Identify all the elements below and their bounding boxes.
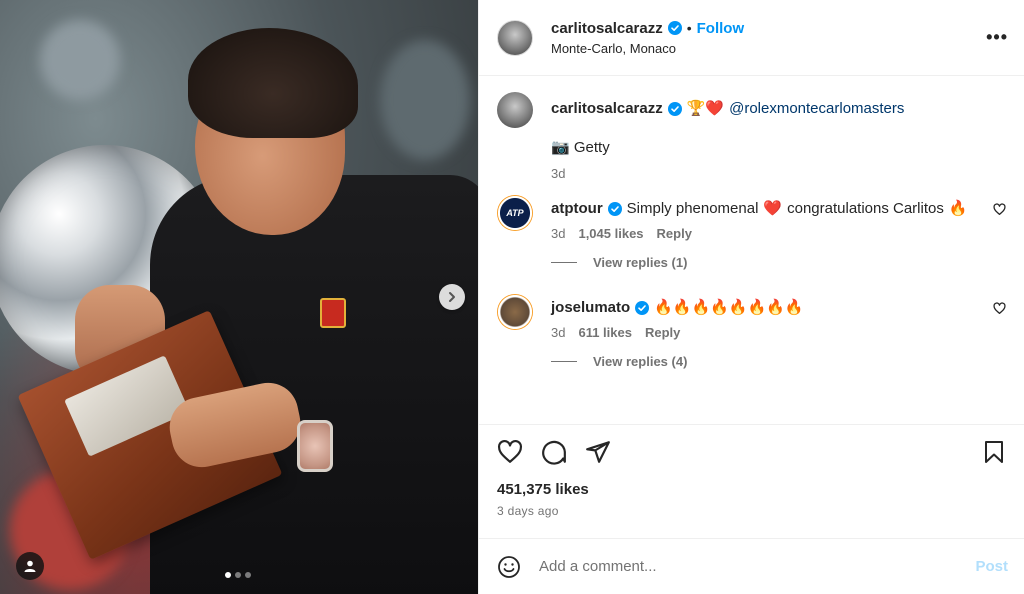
verified-badge-icon [607,202,622,216]
post-caption: carlitosalcarazz 🏆❤️ @rolexmontecarlomas… [497,92,1006,181]
comment-bubble-icon[interactable] [541,439,567,465]
carousel-indicator [225,572,251,578]
comment-timestamp[interactable]: 3d [551,325,565,340]
post-comment-button[interactable]: Post [975,558,1008,575]
instagram-post: carlitosalcarazz • Follow Monte-Carlo, M… [0,0,1024,594]
bookmark-icon[interactable] [982,440,1006,464]
comment-like-count[interactable]: 1,045 likes [578,226,643,241]
commenter-username[interactable]: joselumato [551,297,630,319]
background-bokeh [380,40,470,160]
comment-timestamp[interactable]: 3d [551,226,565,241]
smiley-face-icon[interactable] [497,555,521,579]
caption-author-avatar[interactable] [497,92,533,128]
carousel-dot [235,572,241,578]
commenter-avatar[interactable] [497,294,533,330]
caption-photo-credit: 📷 Getty [551,139,610,156]
author-avatar[interactable] [497,19,533,56]
next-slide-button[interactable] [439,284,465,310]
comment-input[interactable] [537,557,976,576]
post-media-carousel[interactable] [0,0,478,594]
jacket-logo [320,298,346,328]
paper-plane-icon[interactable] [585,439,611,465]
replies-divider-line [551,361,577,362]
user-icon [24,560,36,572]
comment-like-heart-icon[interactable] [993,302,1006,315]
replies-divider-line [551,262,577,263]
commenter-avatar[interactable]: ATP [497,195,533,231]
comments-section[interactable]: carlitosalcarazz 🏆❤️ @rolexmontecarlomas… [479,76,1024,424]
wristwatch [297,420,333,472]
comment-text: 🔥🔥🔥🔥🔥🔥🔥🔥 [654,299,804,316]
chevron-right-icon [449,292,455,302]
player-hair [188,28,358,138]
post-timestamp[interactable]: 3 days ago [497,504,1006,518]
caption-author-username[interactable]: carlitosalcarazz [551,98,663,120]
author-username[interactable]: carlitosalcarazz [551,20,663,37]
comment-text: Simply phenomenal [626,200,759,217]
verified-badge-icon [667,102,682,116]
author-info: carlitosalcarazz • Follow Monte-Carlo, M… [551,20,744,56]
comment-item: ATP atptour Simply phenomenal ❤️ congrat… [497,195,1006,241]
comment-like-count[interactable]: 611 likes [578,325,632,340]
view-replies-label: View replies (4) [593,354,688,369]
background-bokeh [40,20,120,100]
comment-emoji: 🔥 [948,200,968,217]
comment-like-heart-icon[interactable] [993,203,1006,216]
comment-emoji: ❤️ [763,200,783,217]
caption-mention-link[interactable]: @rolexmontecarlomasters [729,98,904,120]
more-options-icon[interactable]: ••• [986,27,1008,48]
comment-reply-button[interactable]: Reply [657,226,692,241]
carousel-dot-active [225,572,231,578]
verified-badge-icon [667,21,682,35]
post-like-count[interactable]: 451,375 likes [497,481,1006,498]
carousel-dot [245,572,251,578]
post-details-panel: carlitosalcarazz • Follow Monte-Carlo, M… [478,0,1024,594]
header-separator: • [686,20,692,36]
follow-button[interactable]: Follow [697,20,745,37]
view-replies-label: View replies (1) [593,255,688,270]
atp-logo: ATP [506,208,524,218]
comment-composer: Post [479,538,1024,594]
post-location[interactable]: Monte-Carlo, Monaco [551,41,744,56]
caption-timestamp[interactable]: 3d [551,166,565,181]
verified-badge-icon [635,301,650,315]
tagged-users-button[interactable] [16,552,44,580]
post-header: carlitosalcarazz • Follow Monte-Carlo, M… [479,0,1024,76]
comment-reply-button[interactable]: Reply [645,325,680,340]
commenter-username[interactable]: atptour [551,198,603,220]
comment-item: joselumato 🔥🔥🔥🔥🔥🔥🔥🔥 3d 611 likes Reply [497,294,1006,340]
like-heart-icon[interactable] [497,439,523,465]
view-replies-button[interactable]: View replies (1) [551,255,1006,270]
view-replies-button[interactable]: View replies (4) [551,354,1006,369]
comment-text: congratulations Carlitos [787,200,944,217]
post-actions: 451,375 likes 3 days ago [479,424,1024,538]
caption-emojis: 🏆❤️ [686,100,725,117]
